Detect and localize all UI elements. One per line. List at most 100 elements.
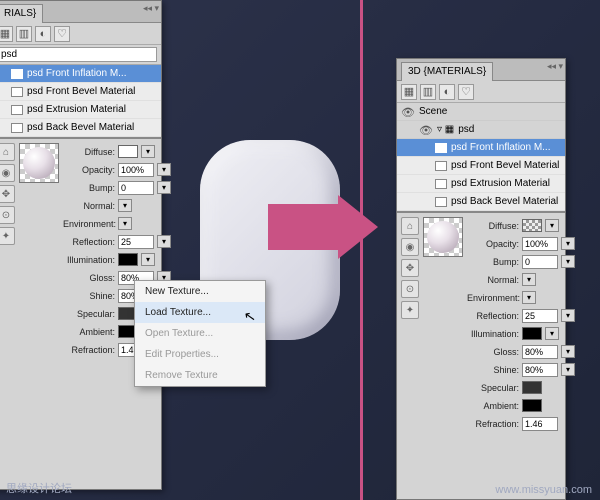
opacity-menu-icon[interactable]: ▾ — [157, 163, 171, 176]
refraction-label: Refraction: — [467, 419, 519, 429]
ctx-new-texture[interactable]: New Texture... — [135, 281, 265, 302]
property-list: Diffuse:▾ Opacity:▾ Bump:▾ Normal:▾ Envi… — [467, 217, 575, 432]
bump-input[interactable] — [522, 255, 558, 269]
gloss-menu-icon[interactable]: ▾ — [561, 345, 575, 358]
gloss-label: Gloss: — [63, 273, 115, 283]
normal-menu-icon[interactable]: ▾ — [522, 273, 536, 286]
filter-materials-icon[interactable]: ◐ — [439, 84, 455, 100]
watermark-text: 思缘设计论坛 — [6, 480, 72, 496]
diffuse-menu-icon[interactable]: ▾ — [545, 219, 559, 232]
ambient-label: Ambient: — [467, 401, 519, 411]
eye-icon[interactable]: 👁 — [419, 124, 433, 136]
reflection-input[interactable] — [522, 309, 558, 323]
psd-node-row[interactable]: 👁▿ ▦ psd — [397, 121, 565, 139]
filter-materials-icon[interactable]: ◐ — [35, 26, 51, 42]
scene-row[interactable]: 👁 Scene — [397, 103, 565, 121]
tree-item[interactable]: psd Extrusion Material — [0, 101, 161, 119]
tree-item[interactable]: psd Back Bevel Material — [0, 119, 161, 137]
tool-light-icon[interactable]: ✦ — [401, 301, 419, 319]
tool-zoom-icon[interactable]: ⊙ — [401, 280, 419, 298]
tree-item[interactable]: psd Extrusion Material — [397, 175, 565, 193]
opacity-menu-icon[interactable]: ▾ — [561, 237, 575, 250]
specular-label: Specular: — [467, 383, 519, 393]
bump-menu-icon[interactable]: ▾ — [157, 181, 171, 194]
collapse-icon[interactable]: ◂◂ ▾ — [143, 3, 159, 14]
diffuse-menu-icon[interactable]: ▾ — [141, 145, 155, 158]
ambient-label: Ambient: — [63, 327, 115, 337]
gloss-label: Gloss: — [467, 347, 519, 357]
tool-light-icon[interactable]: ✦ — [0, 227, 15, 245]
watermark-url: www.missyuan.com — [495, 484, 592, 496]
mini-tool-column: ⌂ ◉ ✥ ⊙ ✦ — [401, 217, 419, 432]
panel-toolbar: ▦ ▥ ◐ ♡ — [0, 23, 161, 45]
filter-mesh-icon[interactable]: ▥ — [16, 26, 32, 42]
eye-icon[interactable]: 👁 — [401, 106, 415, 118]
scene-label: Scene — [419, 106, 447, 117]
texture-context-menu: New Texture... Load Texture... Open Text… — [134, 280, 266, 387]
illumination-menu-icon[interactable]: ▾ — [545, 327, 559, 340]
reflection-menu-icon[interactable]: ▾ — [157, 235, 171, 248]
filter-scene-icon[interactable]: ▦ — [401, 84, 417, 100]
tool-orbit-icon[interactable]: ◉ — [401, 238, 419, 256]
filter-input[interactable] — [0, 47, 157, 62]
environment-menu-icon[interactable]: ▾ — [118, 217, 132, 230]
psd-label: psd — [458, 124, 474, 135]
filter-lights-icon[interactable]: ♡ — [54, 26, 70, 42]
panel-tab-bar: 3D {MATERIALS} ◂◂ ▾ — [397, 59, 565, 81]
illumination-label: Illumination: — [467, 329, 519, 339]
preview-col — [423, 217, 463, 432]
illumination-menu-icon[interactable]: ▾ — [141, 253, 155, 266]
tree-item[interactable]: psd Front Bevel Material — [397, 157, 565, 175]
tool-pan-icon[interactable]: ✥ — [401, 259, 419, 277]
material-preview[interactable] — [19, 143, 59, 183]
normal-label: Normal: — [467, 275, 519, 285]
refraction-label: Refraction: — [63, 345, 115, 355]
diffuse-label: Diffuse: — [63, 147, 115, 157]
illumination-swatch[interactable] — [118, 253, 138, 266]
environment-menu-icon[interactable]: ▾ — [522, 291, 536, 304]
reflection-menu-icon[interactable]: ▾ — [561, 309, 575, 322]
material-properties-area: ⌂ ◉ ✥ ⊙ ✦ Diffuse:▾ Opacity:▾ Bump:▾ Nor… — [397, 212, 565, 436]
collapse-icon[interactable]: ◂◂ ▾ — [547, 61, 563, 72]
filter-lights-icon[interactable]: ♡ — [458, 84, 474, 100]
tab-3d-materials[interactable]: 3D {MATERIALS} — [401, 62, 493, 81]
tool-zoom-icon[interactable]: ⊙ — [0, 206, 15, 224]
ctx-remove-texture: Remove Texture — [135, 365, 265, 386]
opacity-input[interactable] — [118, 163, 154, 177]
gloss-input[interactable] — [522, 345, 558, 359]
bump-menu-icon[interactable]: ▾ — [561, 255, 575, 268]
tool-home-icon[interactable]: ⌂ — [0, 143, 15, 161]
tool-orbit-icon[interactable]: ◉ — [0, 164, 15, 182]
material-preview[interactable] — [423, 217, 463, 257]
illumination-swatch[interactable] — [522, 327, 542, 340]
diffuse-swatch[interactable] — [118, 145, 138, 158]
diffuse-swatch[interactable] — [522, 219, 542, 232]
opacity-input[interactable] — [522, 237, 558, 251]
filter-row — [0, 45, 161, 65]
tree-item[interactable]: psd Front Bevel Material — [0, 83, 161, 101]
shine-menu-icon[interactable]: ▾ — [561, 363, 575, 376]
materials-panel-left: RIALS} ◂◂ ▾ ▦ ▥ ◐ ♡ psd Front Inflation … — [0, 0, 162, 490]
normal-menu-icon[interactable]: ▾ — [118, 199, 132, 212]
tool-pan-icon[interactable]: ✥ — [0, 185, 15, 203]
filter-mesh-icon[interactable]: ▥ — [420, 84, 436, 100]
shine-label: Shine: — [63, 291, 115, 301]
specular-swatch[interactable] — [522, 381, 542, 394]
preview-col — [19, 143, 59, 358]
ctx-open-texture: Open Texture... — [135, 323, 265, 344]
reflection-label: Reflection: — [467, 311, 519, 321]
tree-item[interactable]: psd Back Bevel Material — [397, 193, 565, 211]
filter-scene-icon[interactable]: ▦ — [0, 26, 13, 42]
ambient-swatch[interactable] — [522, 399, 542, 412]
bump-input[interactable] — [118, 181, 154, 195]
ctx-edit-properties: Edit Properties... — [135, 344, 265, 365]
tool-home-icon[interactable]: ⌂ — [401, 217, 419, 235]
refraction-input[interactable] — [522, 417, 558, 431]
reflection-input[interactable] — [118, 235, 154, 249]
shine-input[interactable] — [522, 363, 558, 377]
tree-item-selected[interactable]: psd Front Inflation M... — [397, 139, 565, 157]
tree-item-selected[interactable]: psd Front Inflation M... — [0, 65, 161, 83]
tab-3d-materials[interactable]: RIALS} — [0, 4, 43, 23]
environment-label: Environment: — [467, 293, 519, 303]
opacity-label: Opacity: — [467, 239, 519, 249]
